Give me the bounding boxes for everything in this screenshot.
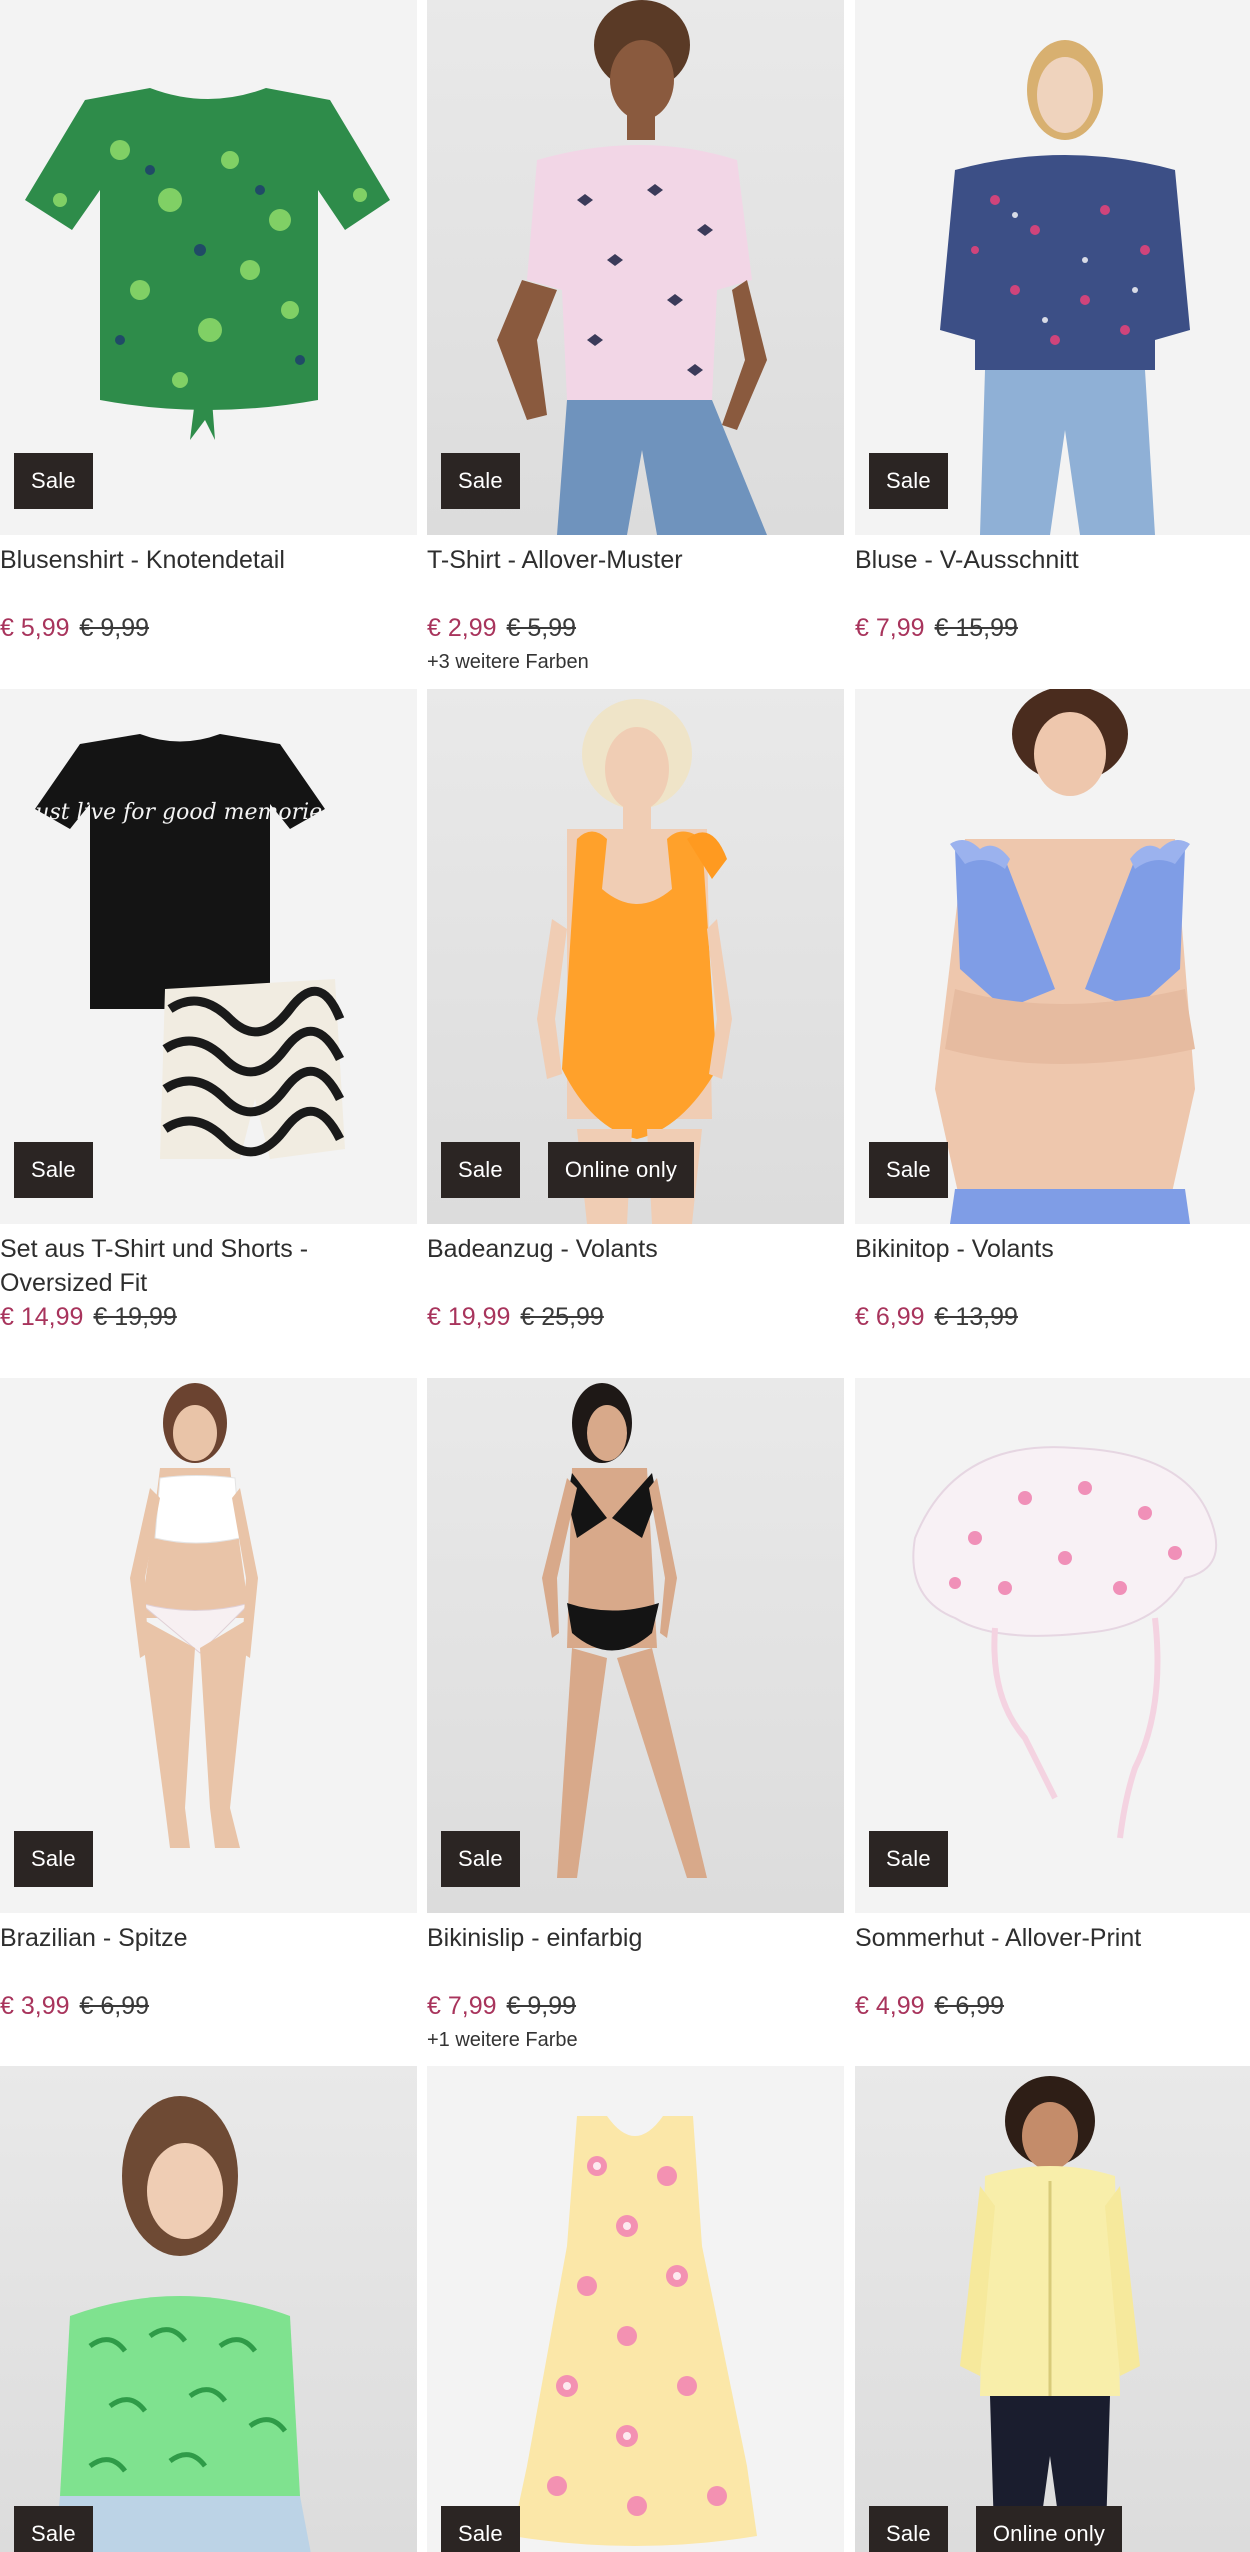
product-image[interactable]: Just live for good memories Sale bbox=[0, 689, 417, 1224]
badge-group: Sale bbox=[869, 1142, 948, 1198]
sale-badge: Sale bbox=[14, 1142, 93, 1198]
product-title[interactable]: Bluse - V-Ausschnitt bbox=[855, 543, 1250, 611]
product-title[interactable]: Brazilian - Spitze bbox=[0, 1921, 417, 1989]
product-card[interactable]: Sale Sommerhut - Allover-Print € 4,99 € 6… bbox=[855, 1378, 1250, 2023]
badge-group: Sale bbox=[14, 1142, 93, 1198]
product-card[interactable]: Sale Bluse - V-Ausschnitt € 7,99 € 15,99 bbox=[855, 0, 1250, 645]
sale-badge: Sale bbox=[441, 2506, 520, 2552]
sale-badge: Sale bbox=[441, 1831, 520, 1887]
current-price: € 3,99 bbox=[0, 1992, 70, 2020]
old-price: € 6,99 bbox=[79, 1992, 150, 2020]
current-price: € 19,99 bbox=[427, 1303, 511, 1331]
product-title[interactable]: T-Shirt - Allover-Muster bbox=[427, 543, 844, 611]
product-card[interactable]: Sale Online only bbox=[855, 2066, 1250, 2552]
product-card[interactable]: Sale Bikinislip - einfarbig € 7,99 € 9,99… bbox=[427, 1378, 844, 2053]
price-row: € 7,99 € 9,99 bbox=[427, 1989, 844, 2023]
product-title[interactable]: Badeanzug - Volants bbox=[427, 1232, 844, 1300]
sale-badge: Sale bbox=[441, 453, 520, 509]
product-card[interactable]: Just live for good memories Sale Set aus… bbox=[0, 689, 417, 1334]
sale-badge: Sale bbox=[14, 453, 93, 509]
current-price: € 5,99 bbox=[0, 614, 70, 642]
badge-group: Sale bbox=[14, 453, 93, 509]
old-price: € 5,99 bbox=[506, 614, 577, 642]
sale-badge: Sale bbox=[869, 2506, 948, 2552]
product-image[interactable]: Sale bbox=[855, 689, 1250, 1224]
price-row: € 14,99 € 19,99 bbox=[0, 1300, 417, 1334]
product-title[interactable]: Set aus T-Shirt und Shorts - Oversized F… bbox=[0, 1232, 417, 1300]
product-image[interactable]: Sale bbox=[427, 1378, 844, 1913]
product-image[interactable]: Sale bbox=[427, 2066, 844, 2552]
product-image[interactable]: Sale bbox=[855, 0, 1250, 535]
more-colors-link[interactable]: +1 weitere Farbe bbox=[427, 2029, 844, 2053]
sale-badge: Sale bbox=[869, 453, 948, 509]
product-card[interactable]: Sale Bikinitop - Volants € 6,99 € 13,99 bbox=[855, 689, 1250, 1334]
sale-badge: Sale bbox=[869, 1831, 948, 1887]
old-price: € 9,99 bbox=[79, 614, 150, 642]
price-row: € 5,99 € 9,99 bbox=[0, 611, 417, 645]
old-price: € 15,99 bbox=[934, 614, 1018, 642]
product-image[interactable]: Sale Online only bbox=[427, 689, 844, 1224]
sale-badge: Sale bbox=[14, 2506, 93, 2552]
product-card[interactable]: Sale bbox=[0, 2066, 417, 2552]
product-card[interactable]: Sale T-Shirt - Allover-Muster € 2,99 € 5,… bbox=[427, 0, 844, 675]
product-card[interactable]: Sale Blusenshirt - Knotendetail € 5,99 € … bbox=[0, 0, 417, 645]
badge-group: Sale bbox=[869, 453, 948, 509]
old-price: € 13,99 bbox=[934, 1303, 1018, 1331]
current-price: € 6,99 bbox=[855, 1303, 925, 1331]
sale-badge: Sale bbox=[869, 1142, 948, 1198]
sale-badge: Sale bbox=[14, 1831, 93, 1887]
badge-group: Sale bbox=[14, 1831, 93, 1887]
price-row: € 3,99 € 6,99 bbox=[0, 1989, 417, 2023]
current-price: € 14,99 bbox=[0, 1303, 84, 1331]
price-row: € 7,99 € 15,99 bbox=[855, 611, 1250, 645]
badge-group: Sale bbox=[441, 2506, 520, 2552]
old-price: € 25,99 bbox=[520, 1303, 604, 1331]
product-title[interactable]: Sommerhut - Allover-Print bbox=[855, 1921, 1250, 1989]
product-grid: Sale Blusenshirt - Knotendetail € 5,99 € … bbox=[0, 0, 1250, 2552]
old-price: € 9,99 bbox=[506, 1992, 577, 2020]
product-title[interactable]: Bikinislip - einfarbig bbox=[427, 1921, 844, 1989]
product-image[interactable]: Sale bbox=[427, 0, 844, 535]
product-title[interactable]: Bikinitop - Volants bbox=[855, 1232, 1250, 1300]
price-row: € 19,99 € 25,99 bbox=[427, 1300, 844, 1334]
badge-group: Sale bbox=[441, 1831, 520, 1887]
product-image[interactable]: Sale Online only bbox=[855, 2066, 1250, 2552]
badge-group: Sale bbox=[14, 2506, 93, 2552]
current-price: € 7,99 bbox=[855, 614, 925, 642]
current-price: € 7,99 bbox=[427, 1992, 497, 2020]
current-price: € 2,99 bbox=[427, 614, 497, 642]
online-only-badge: Online only bbox=[975, 2506, 1123, 2552]
old-price: € 6,99 bbox=[934, 1992, 1005, 2020]
product-card[interactable]: Sale Online only Badeanzug - Volants € 1… bbox=[427, 689, 844, 1334]
online-only-badge: Online only bbox=[547, 1142, 695, 1198]
product-image[interactable]: Sale bbox=[855, 1378, 1250, 1913]
more-colors-link[interactable]: +3 weitere Farben bbox=[427, 651, 844, 675]
badge-group: Sale bbox=[869, 1831, 948, 1887]
old-price: € 19,99 bbox=[93, 1303, 177, 1331]
price-row: € 6,99 € 13,99 bbox=[855, 1300, 1250, 1334]
current-price: € 4,99 bbox=[855, 1992, 925, 2020]
product-image[interactable]: Sale bbox=[0, 2066, 417, 2552]
sale-badge: Sale bbox=[441, 1142, 520, 1198]
product-image[interactable]: Sale bbox=[0, 1378, 417, 1913]
badge-group: Sale Online only bbox=[869, 2506, 1123, 2552]
badge-group: Sale Online only bbox=[441, 1142, 695, 1198]
product-card[interactable]: Sale Brazilian - Spitze € 3,99 € 6,99 bbox=[0, 1378, 417, 2023]
product-title[interactable]: Blusenshirt - Knotendetail bbox=[0, 543, 417, 611]
price-row: € 4,99 € 6,99 bbox=[855, 1989, 1250, 2023]
price-row: € 2,99 € 5,99 bbox=[427, 611, 844, 645]
product-image[interactable]: Sale bbox=[0, 0, 417, 535]
product-card[interactable]: Sale bbox=[427, 2066, 844, 2552]
badge-group: Sale bbox=[441, 453, 520, 509]
